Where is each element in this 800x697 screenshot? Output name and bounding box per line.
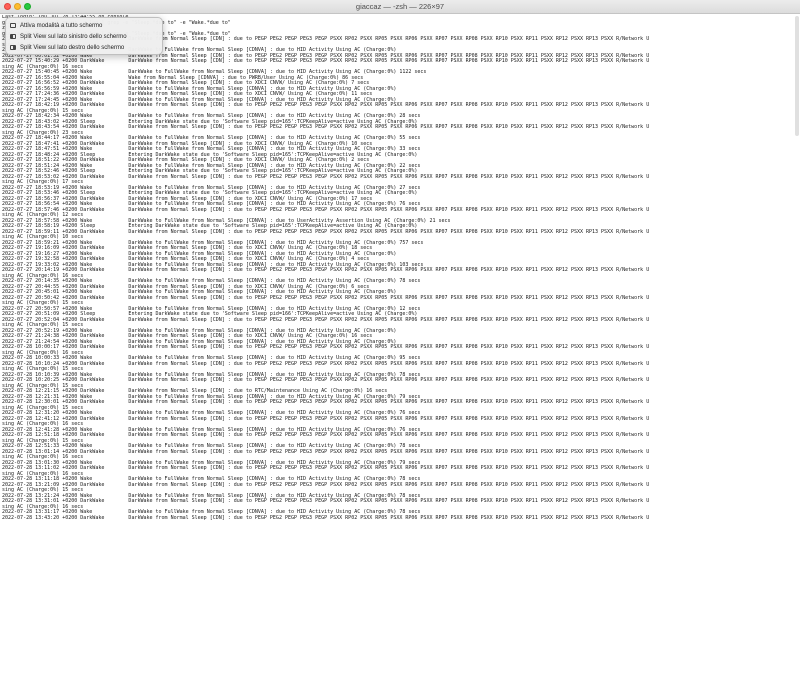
menu-item-split-left[interactable]: Split View sul lato sinistro dello scher… (6, 31, 162, 42)
menu-item-label: Split View sul lato sinistro dello scher… (20, 33, 127, 40)
terminal-scrollbar[interactable] (795, 16, 799, 136)
split-left-icon (10, 34, 16, 39)
menu-item-split-right[interactable]: Split View sul lato destro dello schermo (6, 42, 162, 53)
menu-item-fullscreen[interactable]: Attiva modalità a tutto schermo (6, 20, 162, 31)
window-title: giaccaz — -zsh — 226×97 (355, 2, 445, 11)
terminal-line: 2022-07-28 13:43:20 +0200 DarkWake DarkW… (2, 514, 650, 521)
menu-item-label: Attiva modalità a tutto schermo (20, 22, 103, 29)
title-bar[interactable]: giaccaz — -zsh — 226×97 (0, 0, 800, 14)
terminal-output[interactable]: Last login: Thu Jul 28 13:44:55 on conso… (2, 15, 798, 697)
menu-item-label: Split View sul lato destro dello schermo (20, 44, 125, 51)
window-zoom-menu: Attiva modalità a tutto schermo Split Vi… (5, 17, 163, 55)
fullscreen-icon (10, 23, 16, 28)
terminal-window: giaccaz — -zsh — 226×97 Last login: Thu … (0, 0, 800, 697)
split-right-icon (10, 45, 16, 50)
